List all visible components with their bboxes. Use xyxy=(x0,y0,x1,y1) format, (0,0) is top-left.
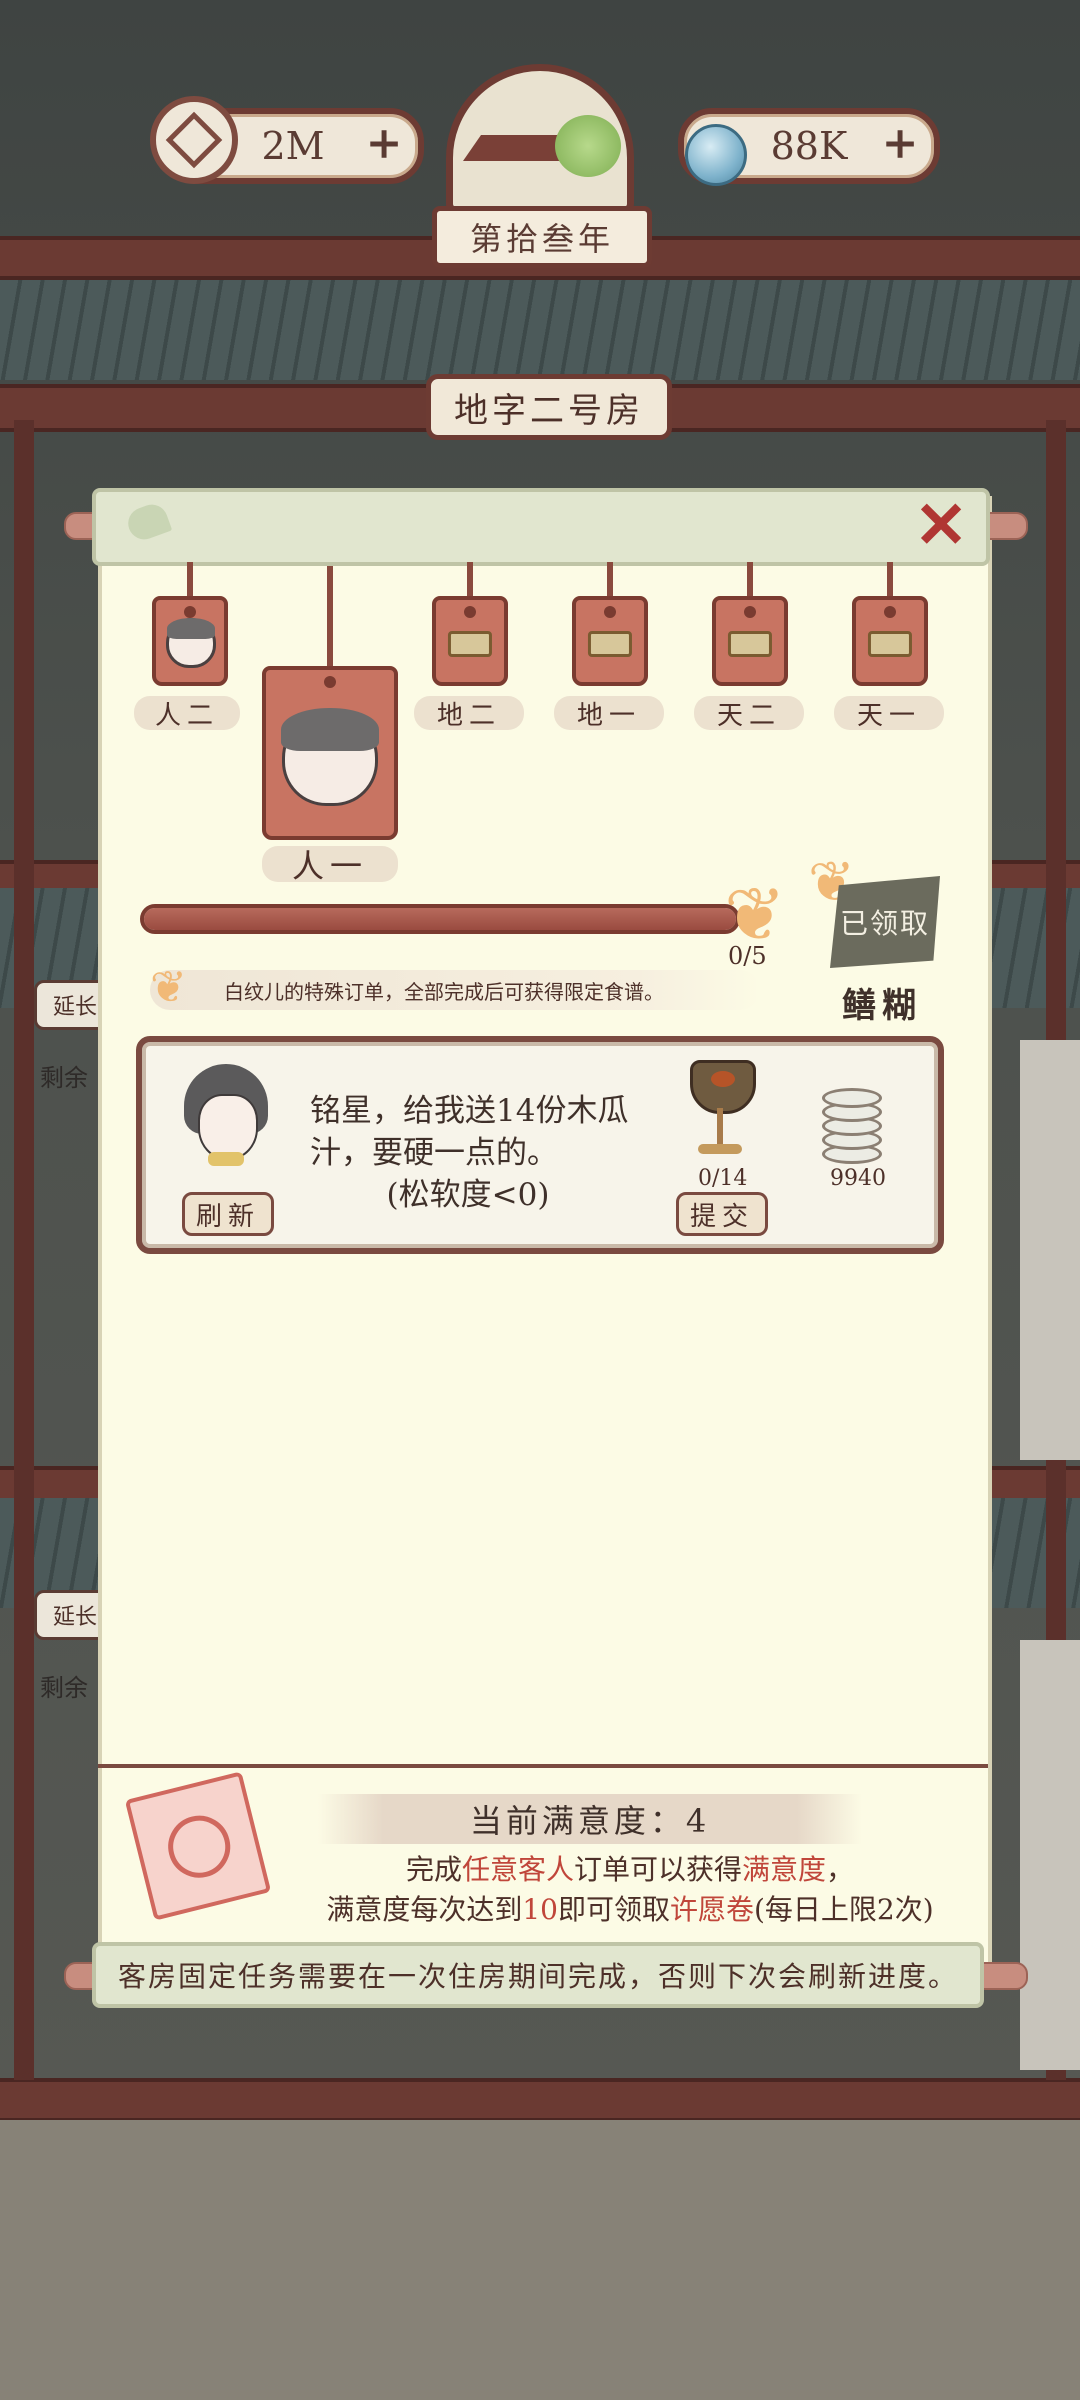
guest-face-icon xyxy=(281,707,379,806)
add-coin-button[interactable]: + xyxy=(364,122,404,166)
year-label: 第拾叁年 xyxy=(432,206,652,268)
customer-portrait-icon xyxy=(180,1064,272,1166)
wall-right-2 xyxy=(1020,1640,1080,2070)
guest-face-icon xyxy=(166,618,216,668)
pillar-left xyxy=(14,420,34,2080)
tag-label: 地二 xyxy=(414,696,524,731)
satisfaction-value: 当前满意度：4 xyxy=(469,1802,711,1840)
coin-value: 2M xyxy=(261,124,325,168)
reward-amount: 9940 xyxy=(830,1166,886,1191)
tag-label: 地一 xyxy=(554,696,664,731)
desc-text: (每日上限2次) xyxy=(754,1893,934,1926)
water-drop-icon xyxy=(676,86,756,186)
tag-label: 人二 xyxy=(134,696,240,731)
remaining-label-2: 剩余 xyxy=(40,1674,88,1702)
wall-right-1 xyxy=(1020,1040,1080,1460)
desc-text: 满意度每次达到 xyxy=(326,1893,523,1926)
water-value: 88K xyxy=(770,124,848,168)
hint-text: 白纹儿的特殊订单，全部完成后可获得限定食谱。 xyxy=(224,979,664,1004)
desc-text: 完成 xyxy=(405,1853,462,1886)
room-task-notice: 客房固定任务需要在一次住房期间完成，否则下次会刷新进度。 xyxy=(92,1942,984,2008)
order-request: 铭星，给我送14份木瓜汁，要硬一点的。 (松软度<0) xyxy=(310,1090,650,1216)
panel-header xyxy=(92,488,990,566)
order-text: 铭星，给我送14份木瓜汁，要硬一点的。 xyxy=(310,1093,629,1171)
tag-label: 天一 xyxy=(834,696,944,731)
satisfaction-title: 当前满意度：4 xyxy=(318,1794,862,1844)
remaining-label-1: 剩余 xyxy=(40,1064,88,1092)
tag-label: 天二 xyxy=(694,696,804,731)
special-order-hint: 白纹儿的特殊订单，全部完成后可获得限定食谱。 xyxy=(150,970,760,1010)
divider xyxy=(98,1764,988,1768)
desc-highlight: 许愿卷 xyxy=(669,1893,754,1926)
ground xyxy=(0,2120,1080,2400)
room-title: 地字二号房 xyxy=(426,374,672,440)
desc-text: 订单可以获得 xyxy=(573,1853,742,1886)
desc-highlight: 任意客人 xyxy=(461,1853,574,1886)
roof-tiles xyxy=(0,280,1080,380)
order-progress-bar xyxy=(140,904,740,934)
claimed-badge[interactable]: 已领取 xyxy=(830,876,940,968)
coin-string-icon xyxy=(812,1060,892,1164)
submit-button[interactable]: 提交 xyxy=(676,1192,768,1236)
coin-icon xyxy=(150,96,238,184)
tag-label: 人一 xyxy=(262,846,398,885)
item-count: 0/14 xyxy=(698,1166,748,1191)
order-progress-fill xyxy=(144,908,736,930)
reward-recipe-name: 鳝糊 xyxy=(842,986,922,1026)
desc-highlight: 满意度 xyxy=(742,1853,827,1886)
close-button[interactable]: ✕ xyxy=(910,494,972,558)
notice-text: 客房固定任务需要在一次住房期间完成，否则下次会刷新进度。 xyxy=(117,1960,958,1993)
add-water-button[interactable]: + xyxy=(880,122,920,166)
desc-text: 即可领取 xyxy=(557,1893,670,1926)
butterfly-icon: ❦ xyxy=(150,962,187,1013)
floor-beam-3 xyxy=(0,2078,1080,2122)
desc-highlight: 10 xyxy=(522,1893,558,1926)
order-condition: (松软度<0) xyxy=(386,1177,550,1213)
refresh-button[interactable]: 刷新 xyxy=(182,1192,274,1236)
satisfaction-description: 完成任意客人订单可以获得满意度， 满意度每次达到10即可领取许愿卷(每日上限2次… xyxy=(300,1850,960,1930)
papaya-juice-icon xyxy=(680,1060,760,1166)
desc-text: ， xyxy=(826,1853,855,1886)
progress-count: 0/5 xyxy=(728,942,767,970)
